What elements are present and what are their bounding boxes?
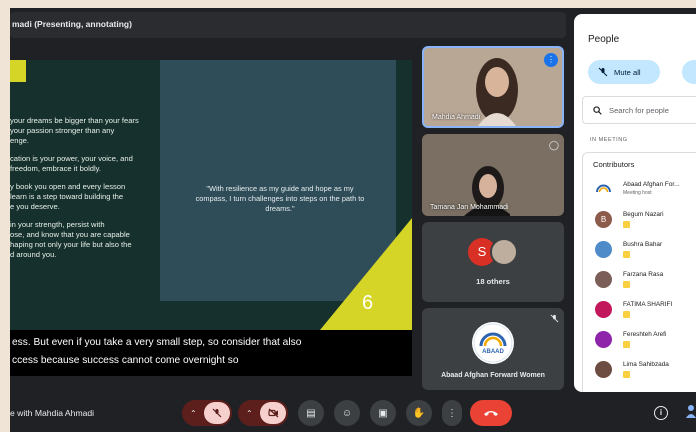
participant-name: Lima Sahibzada xyxy=(623,361,669,368)
participant-row[interactable]: Abaad Afghan For... Meeting host xyxy=(583,176,696,204)
chevron-up-icon: ⌃ xyxy=(190,408,197,418)
slide-paragraph: y book you open and every lesson learn i… xyxy=(10,182,126,211)
slide-text: your dreams be bigger than your fears yo… xyxy=(10,116,160,268)
more-options-button[interactable]: ⋮ xyxy=(442,400,462,426)
presenter-label: madi (Presenting, annotating) xyxy=(12,19,132,29)
abaad-logo: ABAAD xyxy=(472,322,514,364)
chevron-up-icon: ⌃ xyxy=(246,408,253,418)
mute-all-button[interactable]: Mute all xyxy=(588,60,660,84)
hand-icon: ✋ xyxy=(412,407,426,419)
meet-window: madi (Presenting, annotating) your dream… xyxy=(10,8,696,432)
participant-row[interactable]: FATIMA SHARIFI xyxy=(583,296,696,324)
captions-icon: ▤ xyxy=(306,407,316,419)
avatar xyxy=(490,238,518,266)
participant-row[interactable]: B Begum Nazari xyxy=(583,206,696,234)
avatar xyxy=(595,331,612,348)
participant-name: Farzana Rasa xyxy=(623,271,664,278)
panel-title: People xyxy=(588,34,620,45)
reactions-button[interactable]: ☺ xyxy=(334,400,360,426)
meeting-title: e with Mahdia Ahmadi xyxy=(10,408,95,418)
camera-toggle-button[interactable]: ⌃ xyxy=(238,400,288,426)
caption-line: ccess because success cannot come overni… xyxy=(12,355,239,366)
participant-name: Mahdia Ahmadi xyxy=(432,114,481,121)
hand-raised-icon xyxy=(623,341,630,348)
slide-accent-top xyxy=(10,60,26,82)
captions: ess. But even if you take a very small s… xyxy=(10,330,412,376)
hand-raised-icon xyxy=(623,311,630,318)
hand-raised-icon xyxy=(623,221,630,228)
leave-call-button[interactable] xyxy=(470,400,512,426)
emoji-icon: ☺ xyxy=(341,407,353,419)
slide-number: 6 xyxy=(362,292,374,314)
people-panel: People Mute all Search for people IN MEE… xyxy=(574,14,696,392)
slide-paragraph: your dreams be bigger than your fears yo… xyxy=(10,116,139,145)
others-tile[interactable]: S 18 others xyxy=(422,222,564,302)
mic-toggle-button[interactable]: ⌃ xyxy=(182,400,232,426)
avatar xyxy=(595,301,612,318)
presenter-bar: madi (Presenting, annotating) xyxy=(10,12,566,38)
avatar xyxy=(595,271,612,288)
more-vert-icon: ⋮ xyxy=(447,407,457,419)
present-screen-icon: ▣ xyxy=(378,407,388,419)
avatar: B xyxy=(595,211,612,228)
avatar xyxy=(595,181,612,198)
participant-name: Fereshteh Arefi xyxy=(623,331,667,338)
captions-button[interactable]: ▤ xyxy=(298,400,324,426)
participant-list: Abaad Afghan For... Meeting host B Begum… xyxy=(582,176,696,392)
participant-row[interactable]: Lima Sahibzada xyxy=(583,356,696,384)
participant-tile[interactable]: ◯ Tamana Jan Mohammadi xyxy=(422,134,564,216)
slide-quote: "With resilience as my guide and hope as… xyxy=(195,184,365,214)
raise-hand-button[interactable]: ✋ xyxy=(406,400,432,426)
svg-text:ABAAD: ABAAD xyxy=(482,349,504,355)
participant-role: Meeting host xyxy=(623,190,652,196)
meeting-info-icon[interactable]: i xyxy=(654,406,668,420)
participant-row[interactable]: Bushra Bahar xyxy=(583,236,696,264)
participant-name: FATIMA SHARIFI xyxy=(623,301,673,308)
participant-row[interactable]: Farzana Rasa xyxy=(583,266,696,294)
slide-paragraph: in your strength, persist with ose, and … xyxy=(10,220,132,259)
participant-name: Abaad Afghan For... xyxy=(623,181,680,188)
avatar xyxy=(595,361,612,378)
avatar xyxy=(595,241,612,258)
hangup-icon xyxy=(484,411,498,416)
mute-all-label: Mute all xyxy=(614,67,641,77)
search-icon xyxy=(593,105,602,115)
caption-line: ess. But even if you take a very small s… xyxy=(12,337,302,348)
add-people-button[interactable] xyxy=(682,60,696,84)
search-placeholder: Search for people xyxy=(609,105,669,115)
participant-name: Bushra Bahar xyxy=(623,241,663,248)
participant-name: Begum Nazari xyxy=(623,211,664,218)
mic-off-icon xyxy=(598,67,608,77)
camera-off-icon xyxy=(260,402,286,424)
mic-off-icon xyxy=(550,314,559,325)
participant-row[interactable]: Fereshteh Arefi xyxy=(583,326,696,354)
mic-off-icon: ◯ xyxy=(548,140,559,150)
participant-video xyxy=(476,58,518,126)
hand-raised-icon xyxy=(623,371,630,378)
participant-tile[interactable]: ⋮ Mahdia Ahmadi xyxy=(422,46,564,128)
section-heading: IN MEETING xyxy=(590,137,628,143)
slide-paragraph: cation is your power, your voice, and fr… xyxy=(10,154,133,173)
search-people-input[interactable]: Search for people xyxy=(582,96,696,124)
others-count: 18 others xyxy=(476,277,510,286)
presented-slide: your dreams be bigger than your fears yo… xyxy=(10,60,412,330)
people-icon[interactable] xyxy=(686,404,696,420)
participant-name: Tamana Jan Mohammadi xyxy=(430,204,509,211)
participant-name: Abaad Afghan Forward Women xyxy=(441,372,545,379)
others-avatars: S xyxy=(468,238,520,268)
participant-tile[interactable]: ABAAD Abaad Afghan Forward Women xyxy=(422,308,564,390)
mic-off-icon xyxy=(204,402,230,424)
present-button[interactable]: ▣ xyxy=(370,400,396,426)
speaking-indicator-icon: ⋮ xyxy=(544,53,558,67)
contributors-group[interactable]: Contributors xyxy=(582,152,696,176)
hand-raised-icon xyxy=(623,251,630,258)
hand-raised-icon xyxy=(623,281,630,288)
